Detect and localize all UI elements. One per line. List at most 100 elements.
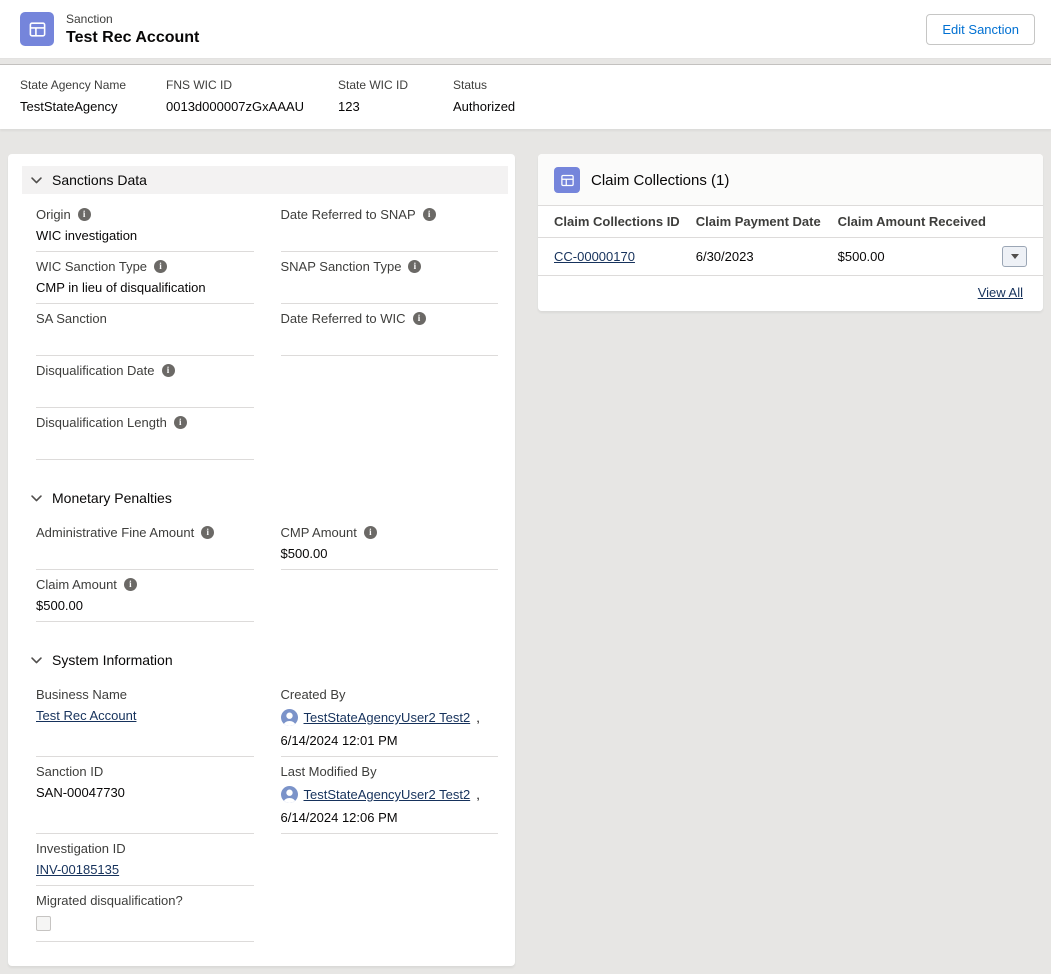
info-icon[interactable] — [423, 208, 436, 221]
field-label: Status — [453, 78, 515, 92]
field-label: State WIC ID — [338, 78, 453, 92]
info-icon[interactable] — [78, 208, 91, 221]
page-title: Test Rec Account — [66, 29, 199, 47]
highlight-field-status: Status Authorized — [453, 78, 515, 115]
field-label: Claim Amount — [36, 576, 254, 593]
field-label: Date Referred to SNAP — [281, 206, 499, 223]
field-value — [36, 435, 254, 452]
field-label: CMP Amount — [281, 524, 499, 541]
field-claim-amount: Claim Amount $500.00 — [36, 570, 254, 622]
field-label: SNAP Sanction Type — [281, 258, 499, 275]
claim-collections-icon — [554, 167, 580, 193]
last-modified-user-link[interactable]: TestStateAgencyUser2 Test2 — [304, 786, 471, 803]
field-business-name: Business Name Test Rec Account — [36, 680, 254, 757]
section-header-sanctions-data[interactable]: Sanctions Data — [22, 166, 508, 194]
field-migrated-disqualification: Migrated disqualification? — [36, 886, 254, 942]
created-by-user-link[interactable]: TestStateAgencyUser2 Test2 — [304, 709, 471, 726]
section-title: Sanctions Data — [52, 172, 147, 188]
field-sa-sanction: SA Sanction — [36, 304, 254, 356]
field-label: Migrated disqualification? — [36, 892, 254, 909]
field-value: CMP in lieu of disqualification — [36, 279, 254, 296]
field-value: WIC investigation — [36, 227, 254, 244]
field-label: State Agency Name — [20, 78, 166, 92]
field-cmp-amount: CMP Amount $500.00 — [281, 518, 499, 570]
field-disqualification-length: Disqualification Length — [36, 408, 254, 460]
field-last-modified-by: Last Modified By TestStateAgencyUser2 Te… — [281, 757, 499, 834]
user-avatar-icon — [281, 786, 298, 803]
field-value: Test Rec Account — [36, 707, 254, 724]
field-label: Business Name — [36, 686, 254, 703]
field-value: SAN-00047730 — [36, 784, 254, 801]
field-value — [36, 331, 254, 348]
record-header: Sanction Test Rec Account Edit Sanction — [0, 0, 1051, 59]
field-created-by: Created By TestStateAgencyUser2 Test2 , … — [281, 680, 499, 757]
section-title: Monetary Penalties — [52, 490, 172, 506]
field-administrative-fine-amount: Administrative Fine Amount — [36, 518, 254, 570]
field-label: WIC Sanction Type — [36, 258, 254, 275]
user-avatar-icon — [281, 709, 298, 726]
field-value: $500.00 — [36, 597, 254, 614]
system-information-fields: Business Name Test Rec Account Created B… — [36, 680, 498, 942]
claim-collections-table: Claim Collections ID Claim Payment Date … — [538, 205, 1043, 276]
table-row: CC-00000170 6/30/2023 $500.00 — [538, 238, 1043, 276]
investigation-id-link[interactable]: INV-00185135 — [36, 862, 119, 877]
column-header-claim-amount-received: Claim Amount Received — [830, 206, 994, 238]
field-wic-sanction-type: WIC Sanction Type CMP in lieu of disqual… — [36, 252, 254, 304]
business-name-link[interactable]: Test Rec Account — [36, 708, 136, 723]
empty-slot — [281, 356, 499, 408]
field-label: Administrative Fine Amount — [36, 524, 254, 541]
field-label: SA Sanction — [36, 310, 254, 327]
field-value — [281, 279, 499, 296]
comma-suffix: , — [476, 786, 480, 803]
cell-claim-payment-date: 6/30/2023 — [688, 238, 830, 276]
info-icon[interactable] — [174, 416, 187, 429]
field-value: 0013d000007zGxAAAU — [166, 99, 338, 115]
highlight-field-fns-wic-id: FNS WIC ID 0013d000007zGxAAAU — [166, 78, 338, 115]
info-icon[interactable] — [124, 578, 137, 591]
record-details-card: Sanctions Data Origin WIC investigation … — [8, 154, 515, 966]
column-header-claim-collections-id: Claim Collections ID — [538, 206, 688, 238]
sanction-object-icon — [20, 12, 54, 46]
related-list-header: Claim Collections (1) — [538, 154, 1043, 205]
created-by-user-line: TestStateAgencyUser2 Test2 , — [281, 709, 499, 726]
view-all-link[interactable]: View All — [978, 285, 1023, 300]
field-value: $500.00 — [281, 545, 499, 562]
field-date-referred-to-wic: Date Referred to WIC — [281, 304, 499, 356]
object-label: Sanction — [66, 12, 199, 26]
section-header-monetary-penalties[interactable]: Monetary Penalties — [22, 484, 508, 512]
empty-slot — [281, 834, 499, 886]
chevron-down-icon — [30, 492, 43, 505]
section-header-system-information[interactable]: System Information — [22, 646, 508, 674]
dropdown-arrow-icon — [1011, 254, 1019, 259]
field-label: Disqualification Date — [36, 362, 254, 379]
field-label: Disqualification Length — [36, 414, 254, 431]
row-action-button[interactable] — [1002, 246, 1027, 267]
field-label: Origin — [36, 206, 254, 223]
edit-sanction-button[interactable]: Edit Sanction — [926, 14, 1035, 45]
field-origin: Origin WIC investigation — [36, 200, 254, 252]
field-label: Created By — [281, 686, 499, 703]
field-label: Sanction ID — [36, 763, 254, 780]
column-header-actions — [994, 206, 1043, 238]
chevron-down-icon — [30, 174, 43, 187]
field-value: INV-00185135 — [36, 861, 254, 878]
info-icon[interactable] — [201, 526, 214, 539]
highlights-panel: State Agency Name TestStateAgency FNS WI… — [0, 64, 1051, 129]
field-value — [281, 227, 499, 244]
field-label: Last Modified By — [281, 763, 499, 780]
created-by-date: 6/14/2024 12:01 PM — [281, 733, 499, 749]
info-icon[interactable] — [154, 260, 167, 273]
last-modified-user-line: TestStateAgencyUser2 Test2 , — [281, 786, 499, 803]
info-icon[interactable] — [413, 312, 426, 325]
monetary-penalties-fields: Administrative Fine Amount CMP Amount $5… — [36, 518, 498, 622]
info-icon[interactable] — [408, 260, 421, 273]
info-icon[interactable] — [364, 526, 377, 539]
empty-slot — [281, 886, 499, 942]
last-modified-date: 6/14/2024 12:06 PM — [281, 810, 499, 826]
field-sanction-id: Sanction ID SAN-00047730 — [36, 757, 254, 834]
entity-text: Sanction Test Rec Account — [66, 12, 199, 47]
claim-collection-id-link[interactable]: CC-00000170 — [554, 249, 635, 264]
info-icon[interactable] — [162, 364, 175, 377]
claim-collections-card: Claim Collections (1) Claim Collections … — [538, 154, 1043, 311]
field-value — [36, 383, 254, 400]
